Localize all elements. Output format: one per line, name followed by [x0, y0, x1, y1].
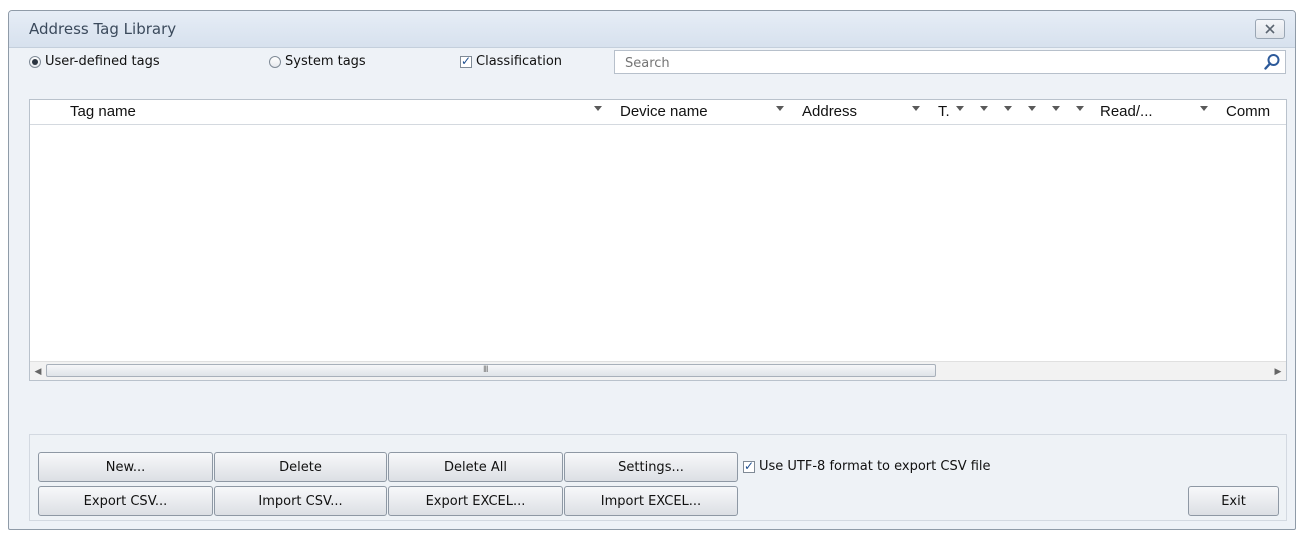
user-defined-tags-radio[interactable]: [29, 55, 41, 68]
system-tags-label: System tags: [285, 54, 366, 69]
read-write-sort-icon[interactable]: [1200, 106, 1208, 111]
close-icon: [1265, 24, 1275, 34]
address-sort-icon[interactable]: [912, 106, 920, 111]
search-input[interactable]: [623, 52, 1247, 74]
type-sort-icon[interactable]: [956, 106, 964, 111]
window-title: Address Tag Library: [29, 20, 177, 38]
options-bar: User-defined tags System tags Classifica…: [9, 47, 1295, 77]
column-header-read-write[interactable]: Read/...: [1100, 103, 1153, 120]
column-8-sort-icon[interactable]: [1076, 106, 1084, 111]
table-header: Tag name Device name Address T. Read/...…: [30, 100, 1286, 125]
utf8-label: Use UTF-8 format to export CSV file: [759, 459, 991, 474]
title-bar: Address Tag Library: [9, 11, 1295, 48]
scrollbar-grip: III: [483, 364, 488, 374]
column-6-sort-icon[interactable]: [1028, 106, 1036, 111]
user-defined-tags-option[interactable]: User-defined tags: [29, 54, 160, 69]
button-panel: New... Delete Delete All Settings... Use…: [29, 434, 1287, 521]
chevron-left-icon[interactable]: ◀: [33, 366, 43, 376]
address-tag-library-window: Address Tag Library User-defined tags Sy…: [8, 10, 1296, 530]
delete-all-button[interactable]: Delete All: [388, 452, 563, 482]
column-7-sort-icon[interactable]: [1052, 106, 1060, 111]
search-box: [614, 50, 1286, 74]
column-header-tag-name[interactable]: Tag name: [70, 103, 136, 120]
import-csv-button[interactable]: Import CSV...: [214, 486, 387, 516]
search-icon[interactable]: [1263, 53, 1281, 71]
system-tags-option[interactable]: System tags: [269, 54, 366, 69]
tag-table: Tag name Device name Address T. Read/...…: [29, 99, 1287, 381]
horizontal-scrollbar[interactable]: ◀ III ▶: [30, 361, 1286, 380]
utf8-export-option[interactable]: Use UTF-8 format to export CSV file: [743, 459, 991, 474]
settings-button[interactable]: Settings...: [564, 452, 738, 482]
chevron-right-icon[interactable]: ▶: [1273, 366, 1283, 376]
column-header-comment[interactable]: Comm: [1226, 103, 1270, 120]
classification-checkbox[interactable]: [460, 54, 472, 68]
delete-button[interactable]: Delete: [214, 452, 387, 482]
scrollbar-thumb[interactable]: III: [46, 364, 936, 377]
device-name-sort-icon[interactable]: [776, 106, 784, 111]
import-excel-button[interactable]: Import EXCEL...: [564, 486, 738, 516]
export-csv-button[interactable]: Export CSV...: [38, 486, 213, 516]
column-header-address[interactable]: Address: [802, 103, 857, 120]
system-tags-radio[interactable]: [269, 55, 281, 68]
column-header-device-name[interactable]: Device name: [620, 103, 708, 120]
new-button[interactable]: New...: [38, 452, 213, 482]
column-header-type[interactable]: T.: [938, 103, 950, 120]
exit-button[interactable]: Exit: [1188, 486, 1279, 516]
classification-option[interactable]: Classification: [460, 54, 562, 69]
classification-label: Classification: [476, 54, 563, 69]
tag-name-sort-icon[interactable]: [594, 106, 602, 111]
column-4-sort-icon[interactable]: [980, 106, 988, 111]
utf8-checkbox[interactable]: [743, 459, 755, 473]
column-5-sort-icon[interactable]: [1004, 106, 1012, 111]
close-button[interactable]: [1255, 19, 1285, 39]
user-defined-tags-label: User-defined tags: [45, 54, 160, 69]
export-excel-button[interactable]: Export EXCEL...: [388, 486, 563, 516]
